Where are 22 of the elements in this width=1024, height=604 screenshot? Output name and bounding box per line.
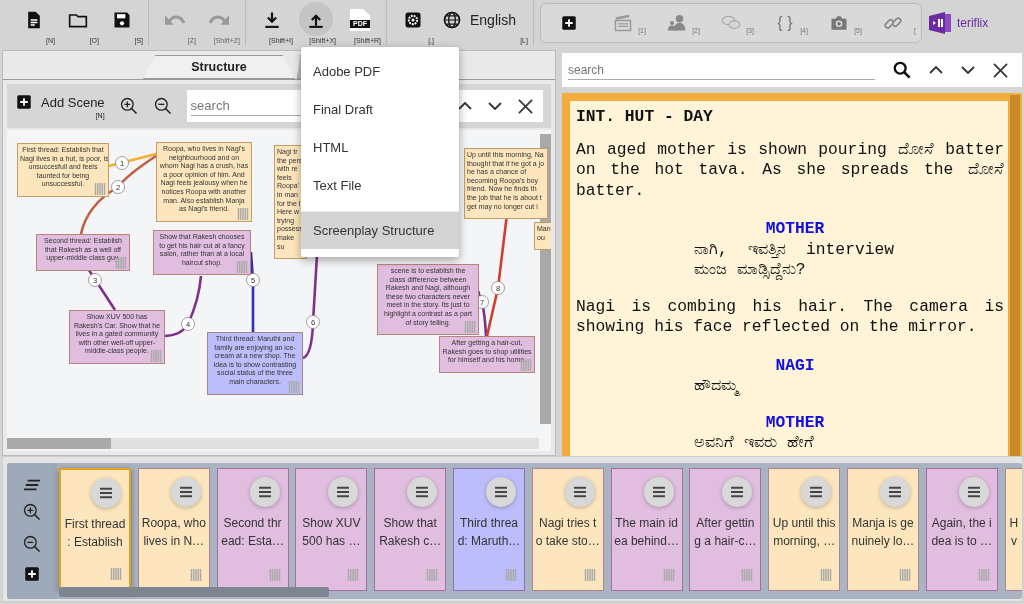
dialogue-text: ನಾಗಿ, ಇವತ್ತಿನ interview ಮಂಜ ಮಾಡ್ಸಿದ್ದೆನು? <box>694 239 894 279</box>
card-text: After gettin g a hair-c… <box>694 515 757 550</box>
character-name: NAGI <box>775 355 815 375</box>
action-text: Nagi is combing his hair. The camera is showing his face reflected on the mirror. <box>576 296 1004 336</box>
card-text: Show XUV 500 has … <box>302 515 361 550</box>
action-text: An aged mother is shown pouring ದೋಸೆ batter on the hot tava. As she spreads the ದೋಸೆ batter. <box>576 139 1004 200</box>
card-text: The main id ea behind… <box>614 515 679 550</box>
card-text: Again, the i dea is to … <box>931 515 993 550</box>
card-text: Manja is ge nuinely lo… <box>851 515 915 550</box>
card-text: Show that Rakesh c… <box>379 515 442 550</box>
logo-text: teriflix <box>956 16 989 30</box>
card-text: Roopa, who lives in N… <box>141 515 206 550</box>
scene-heading: INT. HUT - DAY <box>576 107 713 126</box>
card-text: Second thr ead: Esta… <box>221 515 284 550</box>
card-text: First thread : Establish <box>64 516 126 551</box>
card-text: Up until this morning, … <box>772 515 836 550</box>
dialogue-text: ಅವನಿಗೆ ಇವರು ಹೇಗೆ <box>694 433 814 452</box>
character-name: MOTHER <box>765 219 825 238</box>
character-name: MOTHER <box>765 412 825 432</box>
card-text: H v <box>1009 515 1019 550</box>
card-text: Third threa d: Maruth… <box>457 515 521 550</box>
card-text: Nagi tries t o take sto… <box>535 515 600 550</box>
